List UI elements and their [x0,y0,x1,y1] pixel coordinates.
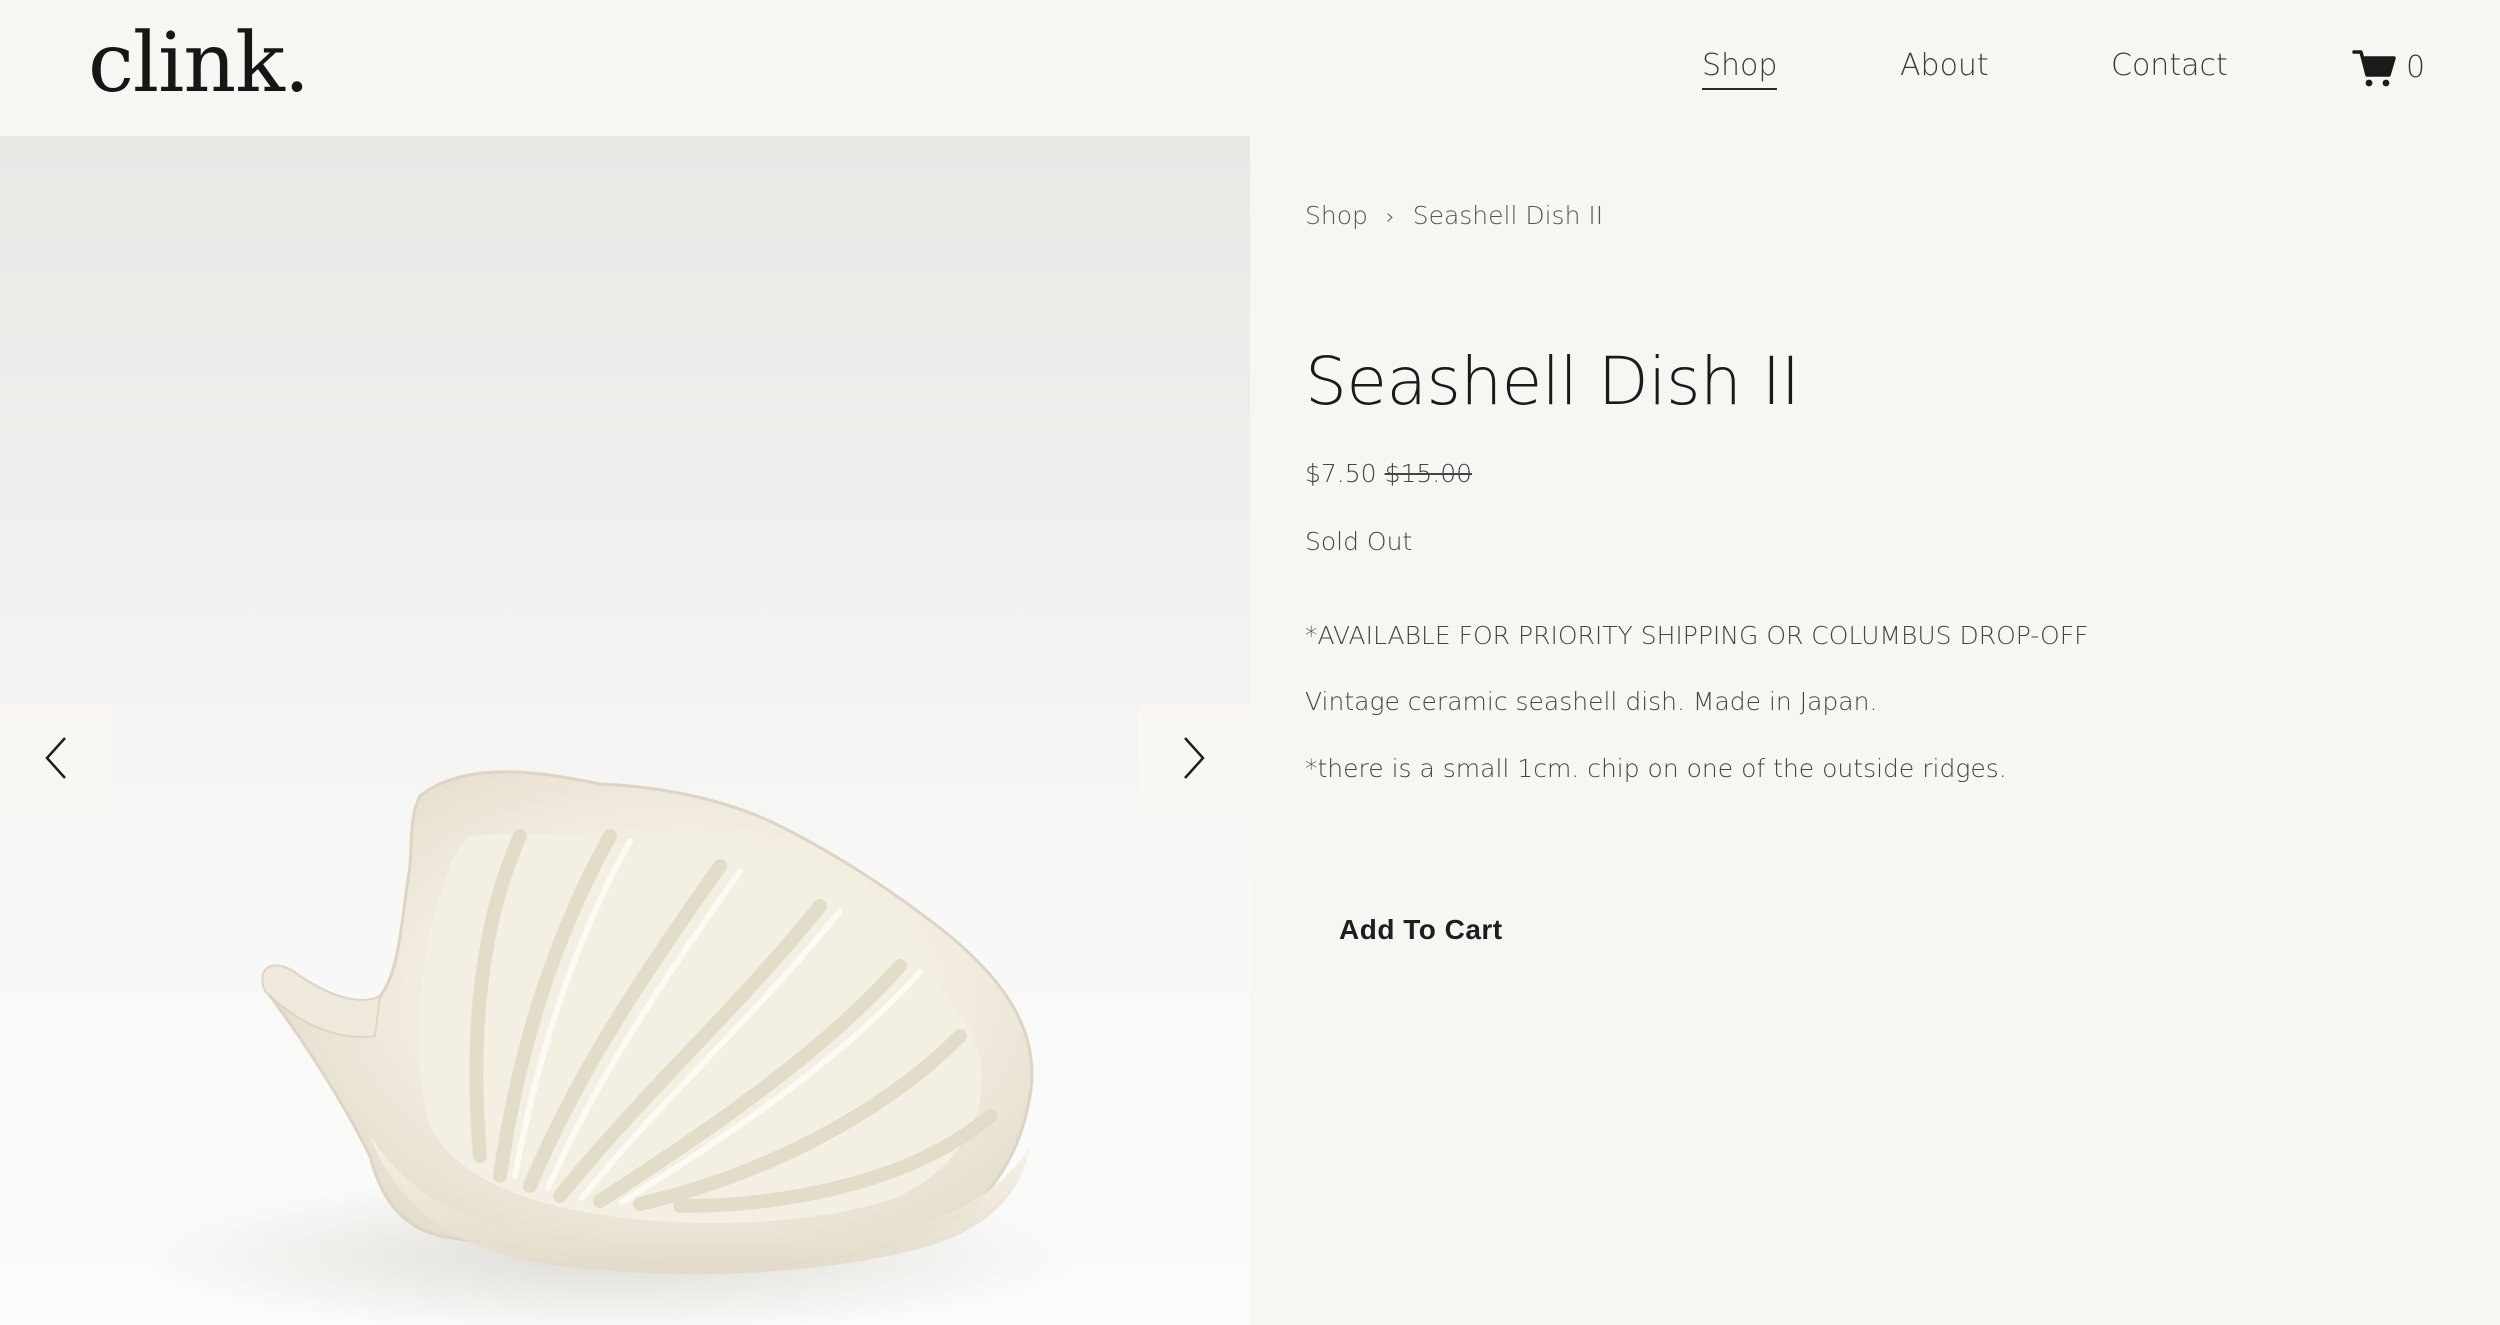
nav-link-contact[interactable]: Contact [2111,44,2228,88]
product-title: Seashell Dish II [1305,343,1800,420]
chevron-left-icon [41,734,71,787]
cart-button[interactable]: 0 [2352,44,2425,92]
nav-link-shop[interactable]: Shop [1702,44,1778,90]
breadcrumb-current: Seashell Dish II [1412,201,1604,230]
product-image [140,770,1080,1325]
breadcrumb-separator: › [1385,205,1395,230]
cart-count: 0 [2406,50,2426,85]
sale-price: $7.50 [1305,459,1377,488]
stock-status: Sold Out [1305,527,1413,556]
breadcrumb: Shop › Seashell Dish II [1305,196,1603,238]
chevron-right-icon [1179,734,1209,787]
gallery-next-button[interactable] [1138,704,1250,816]
product-gallery [0,136,1250,1325]
original-price: $15.00 [1384,459,1473,488]
add-to-cart-button[interactable]: Add To Cart [1305,898,1545,962]
description-text: Vintage ceramic seashell dish. Made in J… [1305,687,1878,716]
brand-logo[interactable]: clink. [88,14,310,114]
nav-link-about[interactable]: About [1900,44,1989,88]
site-header: clink. Shop About Contact 0 [0,0,2500,136]
product-page: clink. Shop About Contact 0 Shop › Seash… [0,0,2500,1325]
gallery-prev-button[interactable] [0,704,112,816]
shopping-cart-icon [2352,48,2396,88]
breadcrumb-shop-link[interactable]: Shop [1305,201,1368,230]
description-condition-note: *there is a small 1cm. chip on one of th… [1305,754,2007,783]
description-shipping-note: *AVAILABLE FOR PRIORITY SHIPPING OR COLU… [1305,621,2089,650]
price-row: $7.50 $15.00 [1305,454,1472,494]
